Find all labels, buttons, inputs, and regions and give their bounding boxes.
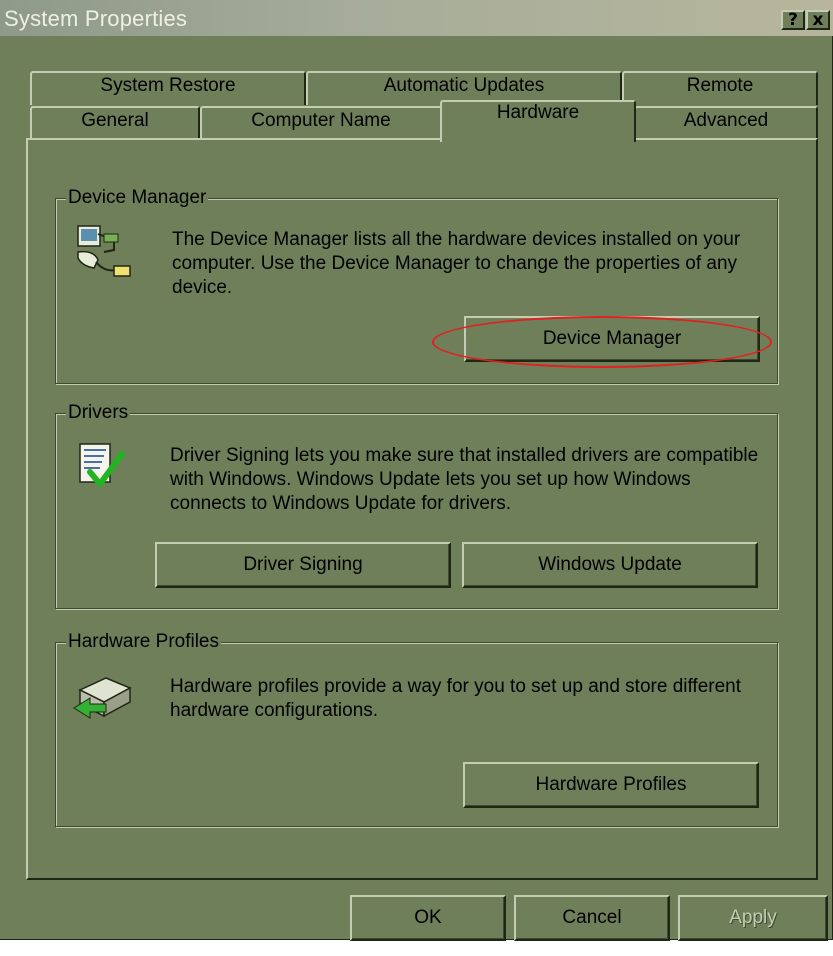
device-manager-description: The Device Manager lists all the hardwar… [172, 229, 741, 298]
driver-signing-button[interactable]: Driver Signing [155, 542, 451, 588]
window-title: System Properties [4, 6, 188, 31]
hardware-profiles-button[interactable]: Hardware Profiles [463, 762, 759, 808]
tab-label: Automatic Updates [383, 75, 545, 96]
tab-label: System Restore [100, 75, 236, 96]
windows-update-button[interactable]: Windows Update [462, 542, 758, 588]
hardware-profiles-legend: Hardware Profiles [66, 631, 221, 653]
device-manager-button[interactable]: Device Manager [464, 316, 760, 362]
tab-general[interactable]: General [30, 106, 200, 140]
tab-computer-name[interactable]: Computer Name [200, 106, 442, 140]
hardware-profiles-description: Hardware profiles provide a way for you … [170, 676, 742, 721]
tab-remote[interactable]: Remote [622, 71, 818, 105]
close-button[interactable]: x [806, 10, 830, 30]
tab-label: Hardware [496, 102, 580, 123]
tab-advanced[interactable]: Advanced [634, 106, 818, 140]
tab-system-restore[interactable]: System Restore [30, 71, 306, 105]
device-manager-legend: Device Manager [66, 187, 209, 209]
title-bar[interactable]: System Properties ? x [0, 0, 833, 36]
drivers-description: Driver Signing lets you make sure that i… [170, 445, 759, 514]
system-properties-window: System Properties ? x System Restore Aut… [0, 0, 833, 941]
help-button[interactable]: ? [781, 10, 805, 30]
hardware-profiles-icon [72, 668, 136, 729]
apply-button: Apply [678, 895, 828, 941]
tab-hardware[interactable]: Hardware [440, 100, 636, 142]
device-manager-icon [74, 222, 134, 287]
tab-label: Advanced [683, 110, 769, 131]
tab-label: General [81, 110, 149, 131]
tab-label: Computer Name [251, 110, 391, 131]
driver-signing-icon [74, 440, 134, 497]
tab-label: Remote [686, 75, 754, 96]
ok-button[interactable]: OK [350, 895, 506, 941]
drivers-legend: Drivers [66, 402, 131, 424]
cancel-button[interactable]: Cancel [514, 895, 670, 941]
